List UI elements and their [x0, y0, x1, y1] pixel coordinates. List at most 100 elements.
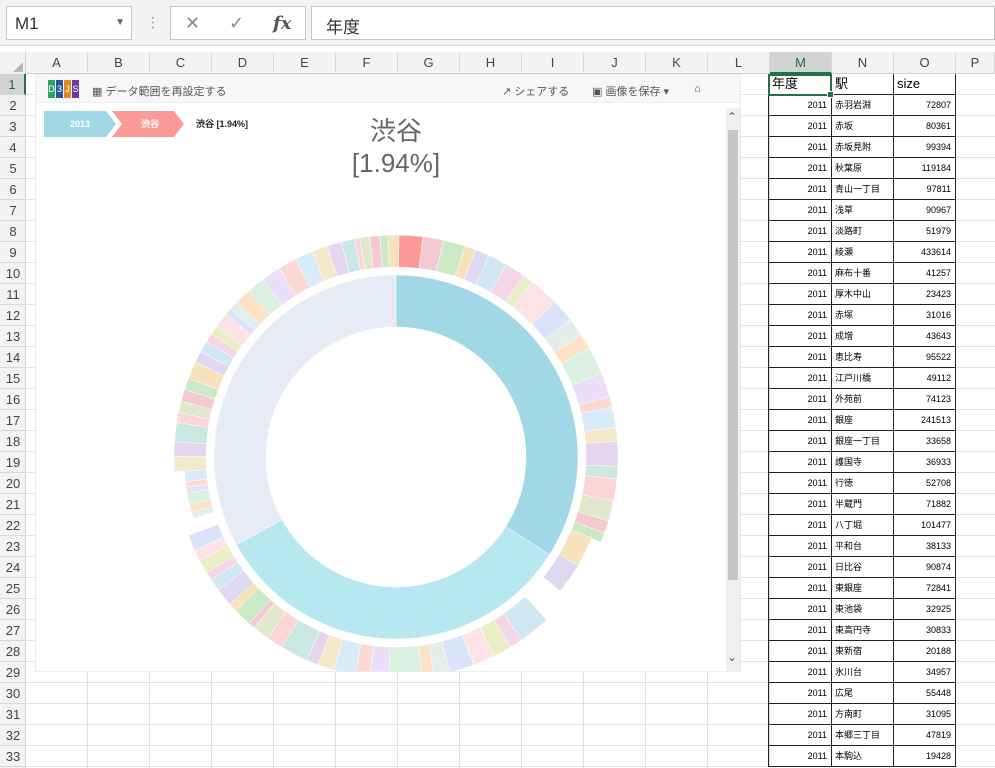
table-cell[interactable]: 厚木中山	[831, 284, 893, 304]
sunburst-station-segment-highlighted[interactable]	[395, 234, 424, 269]
row-header[interactable]: 19	[0, 452, 26, 473]
sunburst-chart[interactable]	[36, 75, 726, 671]
row-header[interactable]: 31	[0, 704, 26, 725]
table-cell[interactable]: 99394	[893, 137, 956, 157]
row-header[interactable]: 32	[0, 725, 26, 746]
panel-scrollbar[interactable]: ⌃ ⌄	[726, 108, 740, 671]
table-cell[interactable]: 恵比寿	[831, 347, 893, 367]
table-cell[interactable]: 2011	[768, 221, 831, 241]
table-cell[interactable]: 2011	[768, 536, 831, 556]
column-header[interactable]: O	[894, 52, 956, 74]
table-cell[interactable]: 行徳	[831, 473, 893, 493]
column-header[interactable]: A	[26, 52, 88, 74]
scroll-down-icon[interactable]: ⌄	[727, 650, 737, 664]
row-header[interactable]: 1	[0, 74, 26, 95]
column-header[interactable]: P	[956, 52, 995, 74]
column-header[interactable]: E	[274, 52, 336, 74]
table-cell[interactable]: 33658	[893, 431, 956, 451]
table-cell[interactable]: 32925	[893, 599, 956, 619]
scroll-thumb[interactable]	[728, 130, 738, 580]
column-header[interactable]: G	[398, 52, 460, 74]
table-cell[interactable]: 72841	[893, 578, 956, 598]
table-cell[interactable]: 19428	[893, 746, 956, 766]
row-header[interactable]: 23	[0, 536, 26, 557]
row-header[interactable]: 9	[0, 242, 26, 263]
table-cell[interactable]: 東新宿	[831, 641, 893, 661]
table-cell[interactable]: 433614	[893, 242, 956, 262]
table-cell[interactable]: 2011	[768, 452, 831, 472]
row-header[interactable]: 24	[0, 557, 26, 578]
table-cell[interactable]: 2011	[768, 305, 831, 325]
enter-icon[interactable]: ✓	[229, 13, 244, 34]
table-cell[interactable]: 55448	[893, 683, 956, 703]
row-header[interactable]: 3	[0, 116, 26, 137]
sunburst-station-segment[interactable]	[173, 441, 207, 457]
table-cell[interactable]: 本郷三丁目	[831, 725, 893, 745]
table-cell[interactable]: 半蔵門	[831, 494, 893, 514]
table-cell[interactable]: 銀座一丁目	[831, 431, 893, 451]
row-header[interactable]: 14	[0, 347, 26, 368]
table-cell[interactable]: 2011	[768, 557, 831, 577]
table-cell[interactable]: 2011	[768, 158, 831, 178]
table-cell[interactable]: 護国寺	[831, 452, 893, 472]
column-header[interactable]: H	[460, 52, 522, 74]
column-header[interactable]: N	[832, 52, 894, 74]
row-header[interactable]: 5	[0, 158, 26, 179]
column-header[interactable]: D	[212, 52, 274, 74]
row-header[interactable]: 2	[0, 95, 26, 116]
table-cell[interactable]: 外苑前	[831, 389, 893, 409]
table-cell[interactable]: 31016	[893, 305, 956, 325]
table-cell[interactable]: 2011	[768, 599, 831, 619]
column-header[interactable]: C	[150, 52, 212, 74]
row-header[interactable]: 21	[0, 494, 26, 515]
column-header[interactable]: I	[522, 52, 584, 74]
table-cell[interactable]: 23423	[893, 284, 956, 304]
table-cell[interactable]: 2011	[768, 746, 831, 766]
column-header[interactable]: F	[336, 52, 398, 74]
table-cell[interactable]: 江戸川橋	[831, 368, 893, 388]
table-cell[interactable]: 36933	[893, 452, 956, 472]
row-header[interactable]: 8	[0, 221, 26, 242]
table-cell[interactable]: 氷川台	[831, 662, 893, 682]
cancel-icon[interactable]: ✕	[185, 13, 200, 34]
table-cell[interactable]: 2011	[768, 200, 831, 220]
table-cell[interactable]: 2011	[768, 578, 831, 598]
table-cell[interactable]: 東池袋	[831, 599, 893, 619]
table-cell[interactable]: 銀座	[831, 410, 893, 430]
column-header[interactable]: B	[88, 52, 150, 74]
table-cell[interactable]: 119184	[893, 158, 956, 178]
table-cell[interactable]: 2011	[768, 95, 831, 115]
table-cell[interactable]: 日比谷	[831, 557, 893, 577]
table-cell[interactable]: 2011	[768, 284, 831, 304]
table-cell[interactable]: 2011	[768, 641, 831, 661]
row-header[interactable]: 15	[0, 368, 26, 389]
row-header[interactable]: 25	[0, 578, 26, 599]
row-header[interactable]: 28	[0, 641, 26, 662]
insert-function-icon[interactable]: fx	[273, 13, 291, 34]
table-cell[interactable]: 52708	[893, 473, 956, 493]
table-cell[interactable]: 31095	[893, 704, 956, 724]
table-cell[interactable]: 2011	[768, 389, 831, 409]
table-cell[interactable]: 101477	[893, 515, 956, 535]
table-cell[interactable]: 2011	[768, 431, 831, 451]
table-cell[interactable]: 2011	[768, 179, 831, 199]
row-header[interactable]: 7	[0, 200, 26, 221]
row-header[interactable]: 18	[0, 431, 26, 452]
table-cell[interactable]: 赤塚	[831, 305, 893, 325]
table-header-cell[interactable]: size	[893, 74, 956, 94]
table-cell[interactable]: 本駒込	[831, 746, 893, 766]
table-cell[interactable]: 30833	[893, 620, 956, 640]
table-cell[interactable]: 東銀座	[831, 578, 893, 598]
row-header[interactable]: 33	[0, 746, 26, 767]
table-cell[interactable]: 51979	[893, 221, 956, 241]
table-cell[interactable]: 2011	[768, 494, 831, 514]
table-cell[interactable]: 赤坂	[831, 116, 893, 136]
table-cell[interactable]: 2011	[768, 137, 831, 157]
row-header[interactable]: 27	[0, 620, 26, 641]
row-header[interactable]: 17	[0, 410, 26, 431]
table-cell[interactable]: 赤羽岩淵	[831, 95, 893, 115]
table-cell[interactable]: 2011	[768, 704, 831, 724]
table-cell[interactable]: 2011	[768, 410, 831, 430]
row-header[interactable]: 13	[0, 326, 26, 347]
table-cell[interactable]: 2011	[768, 725, 831, 745]
